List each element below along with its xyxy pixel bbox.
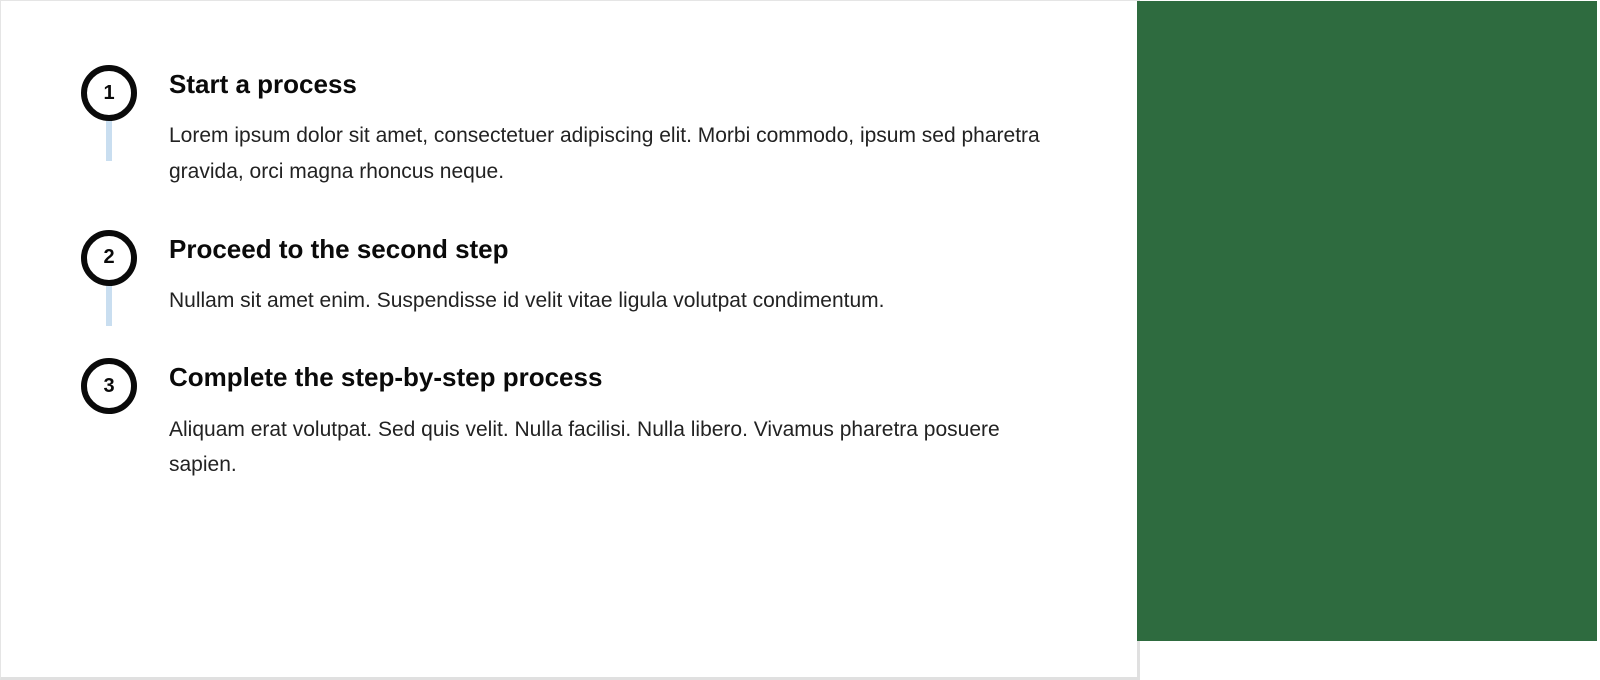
step-connector — [106, 121, 112, 161]
step-description: Lorem ipsum dolor sit amet, consectetuer… — [169, 118, 1057, 189]
step-description: Nullam sit amet enim. Suspendisse id vel… — [169, 283, 1057, 319]
step-number-circle: 2 — [81, 230, 137, 286]
steps-list: 1 Start a process Lorem ipsum dolor sit … — [81, 65, 1057, 483]
step-marker-column: 1 — [81, 65, 137, 121]
step-content: Proceed to the second step Nullam sit am… — [169, 230, 1057, 319]
step-item: 3 Complete the step-by-step process Aliq… — [81, 358, 1057, 483]
step-title: Start a process — [169, 69, 1057, 100]
step-connector — [106, 286, 112, 326]
step-content: Start a process Lorem ipsum dolor sit am… — [169, 65, 1057, 190]
step-number: 1 — [103, 82, 114, 105]
step-title: Complete the step-by-step process — [169, 362, 1057, 393]
decorative-sidebar — [1137, 1, 1597, 641]
steps-panel: 1 Start a process Lorem ipsum dolor sit … — [0, 0, 1140, 680]
step-number-circle: 3 — [81, 358, 137, 414]
step-description: Aliquam erat volutpat. Sed quis velit. N… — [169, 412, 1057, 483]
step-title: Proceed to the second step — [169, 234, 1057, 265]
step-content: Complete the step-by-step process Aliqua… — [169, 358, 1057, 483]
step-number-circle: 1 — [81, 65, 137, 121]
step-marker-column: 3 — [81, 358, 137, 414]
step-number: 2 — [103, 246, 114, 269]
step-number: 3 — [103, 375, 114, 398]
step-item: 2 Proceed to the second step Nullam sit … — [81, 230, 1057, 319]
step-marker-column: 2 — [81, 230, 137, 286]
step-item: 1 Start a process Lorem ipsum dolor sit … — [81, 65, 1057, 190]
